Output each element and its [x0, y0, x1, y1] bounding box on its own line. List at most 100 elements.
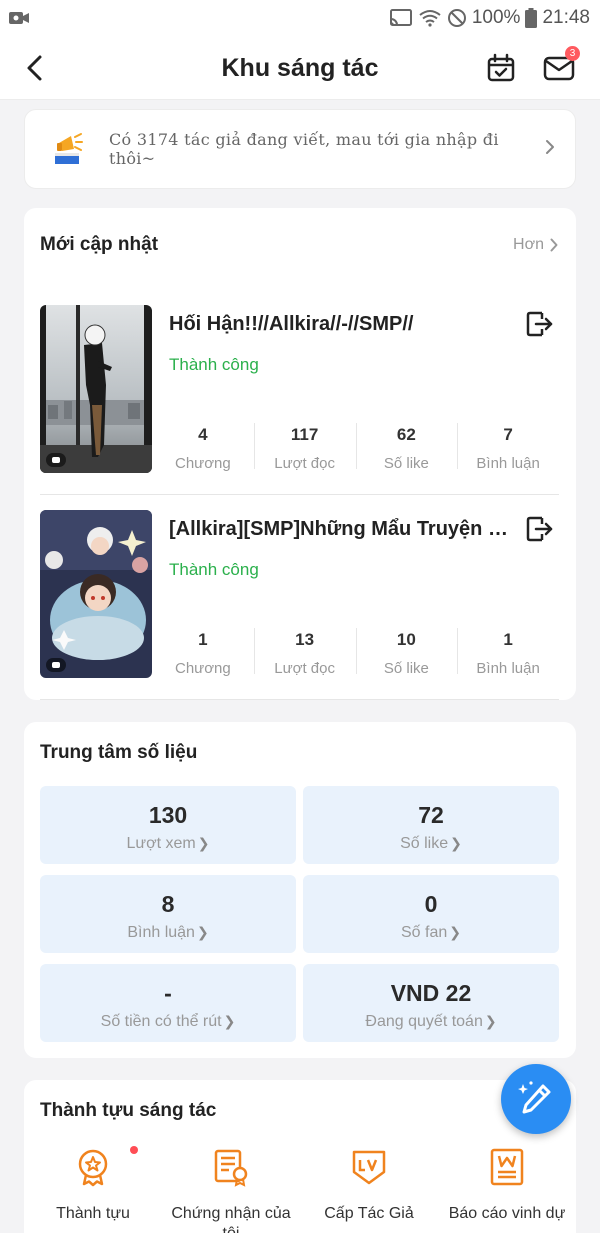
tile-value: 72 — [418, 802, 444, 828]
stat-value: 13 — [295, 630, 315, 649]
work-status: Thành công — [169, 355, 259, 374]
calendar-button[interactable] — [483, 50, 519, 86]
clock: 21:48 — [542, 7, 590, 28]
megaphone-icon — [55, 133, 83, 164]
work-item[interactable]: [Allkira][SMP]Những Mẩu Truyện Ngắn Thàn… — [40, 510, 559, 700]
stat-value: 117 — [290, 425, 319, 444]
tile-value: 8 — [161, 891, 175, 917]
tile-label: Lượt xem ❯ — [40, 835, 296, 853]
do-not-disturb-icon — [447, 9, 466, 27]
export-icon — [526, 516, 553, 542]
section-title: Trung tâm số liệu — [40, 742, 198, 763]
tile-value: VND 22 — [390, 980, 472, 1006]
video-record-icon — [9, 12, 29, 24]
achievement-item[interactable]: Thành tựu — [24, 1146, 162, 1233]
banner-text: Có 3174 tác giả đang viết, mau tới gia n… — [109, 130, 499, 168]
chevron-right-icon: ❯ — [484, 1013, 497, 1029]
chevron-right-icon: ❯ — [450, 835, 462, 851]
achievement-label: Chứng nhận của tôi — [171, 1205, 291, 1233]
app-header: Khu sáng tác 3 — [0, 36, 600, 100]
achievement-label: Thành tựu — [56, 1205, 130, 1222]
stat-comments: 7 Bình luận — [457, 423, 559, 473]
tile-label-text: Đang quyết toán — [365, 1013, 483, 1030]
fans-tile[interactable]: 0 Số fan ❯ — [303, 875, 559, 953]
export-icon — [526, 311, 553, 337]
stat-reads: 117 Lượt đọc — [253, 423, 356, 473]
tile-label-text: Số tiền có thể rút — [100, 1013, 222, 1030]
export-button[interactable] — [525, 309, 555, 339]
section-title: Thành tựu sáng tác — [40, 1100, 217, 1121]
achievements-card: Thành tựu sáng tác Thành tựu Chứng nhận … — [24, 1080, 576, 1233]
section-title: Mới cập nhật — [40, 234, 159, 255]
stat-chapters: 1 Chương — [152, 628, 254, 678]
likes-tile[interactable]: 72 Số like ❯ — [303, 786, 559, 864]
stat-chapters: 4 Chương — [152, 423, 254, 473]
stat-value: 4 — [198, 425, 208, 444]
chevron-right-icon — [550, 238, 558, 252]
stat-label: Bình luận — [476, 455, 540, 472]
comments-tile[interactable]: 8 Bình luận ❯ — [40, 875, 296, 953]
stat-label: Bình luận — [476, 660, 540, 677]
chevron-right-icon: ❯ — [223, 1013, 236, 1029]
tile-label-text: Số fan — [401, 924, 448, 941]
achievement-item[interactable]: Báo cáo vinh dự — [438, 1146, 576, 1233]
tile-label: Đang quyết toán ❯ — [303, 1013, 559, 1031]
recent-updates-card: Mới cập nhật Hơn Hối Hận!!//Allkira//-//… — [24, 208, 576, 700]
stat-reads: 13 Lượt đọc — [253, 628, 356, 678]
work-title[interactable]: [Allkira][SMP]Những Mẩu Truyện Ngắn — [169, 518, 511, 541]
export-button[interactable] — [525, 514, 555, 544]
cover-image — [40, 305, 152, 473]
comment-badge-icon — [46, 658, 66, 672]
stat-label: Chương — [175, 455, 231, 472]
work-stats: 1 Chương 13 Lượt đọc 10 Số like 1 Bình luận — [152, 628, 559, 678]
calendar-check-icon — [487, 53, 515, 82]
book-cover[interactable] — [40, 510, 152, 678]
comment-badge-icon — [46, 453, 66, 467]
stat-likes: 10 Số like — [355, 628, 458, 678]
chevron-right-icon: ❯ — [449, 924, 461, 940]
status-bar: 100% 21:48 — [0, 0, 600, 36]
work-status: Thành công — [169, 560, 259, 579]
tile-label: Số like ❯ — [303, 835, 559, 853]
honor-report-icon — [490, 1148, 524, 1186]
achievement-list: Thành tựu Chứng nhận của tôi Cấp Tác Giả… — [24, 1146, 576, 1233]
book-cover[interactable] — [40, 305, 152, 473]
tile-value: - — [164, 980, 172, 1006]
achievement-item[interactable]: Chứng nhận của tôi — [162, 1146, 300, 1233]
tile-label: Số tiền có thể rút ❯ — [40, 1013, 296, 1031]
tile-label: Bình luận ❯ — [40, 924, 296, 942]
battery-percent: 100% — [471, 7, 521, 28]
messages-button[interactable]: 3 — [541, 46, 580, 86]
achievement-label: Cấp Tác Giả — [324, 1205, 414, 1222]
achievement-label: Báo cáo vinh dự — [448, 1205, 566, 1222]
stat-value: 1 — [503, 630, 513, 649]
tile-label: Số fan ❯ — [303, 924, 559, 942]
tile-value: 130 — [148, 802, 188, 828]
work-item[interactable]: Hối Hận!!//Allkira//-//SMP// Thành công … — [40, 305, 559, 495]
tile-value: 0 — [424, 891, 438, 917]
achievement-item[interactable]: Cấp Tác Giả — [300, 1146, 438, 1233]
pen-sparkle-icon — [518, 1081, 551, 1114]
tile-label-text: Số like — [400, 835, 449, 852]
data-center-card: Trung tâm số liệu 130 Lượt xem ❯ 72 Số like… — [24, 722, 576, 1058]
back-button[interactable] — [20, 52, 48, 84]
views-tile[interactable]: 130 Lượt xem ❯ — [40, 786, 296, 864]
stat-likes: 62 Số like — [355, 423, 458, 473]
tile-label-text: Lượt xem — [126, 835, 196, 852]
stat-label: Số like — [383, 455, 429, 472]
stat-comments: 1 Bình luận — [457, 628, 559, 678]
authors-banner[interactable]: Có 3174 tác giả đang viết, mau tới gia n… — [24, 109, 576, 189]
more-label: Hơn — [513, 236, 544, 253]
certificate-icon — [214, 1149, 248, 1187]
wifi-icon — [419, 10, 441, 27]
notification-dot — [130, 1146, 138, 1154]
stat-label: Chương — [175, 660, 231, 677]
stats-grid: 130 Lượt xem ❯ 72 Số like ❯ 8 Bình luận ❯ 0 Số … — [40, 786, 559, 1042]
work-stats: 4 Chương 117 Lượt đọc 62 Số like 7 Bình luận — [152, 423, 559, 473]
withdrawable-tile[interactable]: - Số tiền có thể rút ❯ — [40, 964, 296, 1042]
settlement-tile[interactable]: VND 22 Đang quyết toán ❯ — [303, 964, 559, 1042]
more-link[interactable]: Hơn — [513, 236, 558, 254]
work-title[interactable]: Hối Hận!!//Allkira//-//SMP// — [169, 313, 511, 336]
chevron-left-icon — [27, 55, 42, 81]
write-button[interactable] — [501, 1064, 571, 1134]
